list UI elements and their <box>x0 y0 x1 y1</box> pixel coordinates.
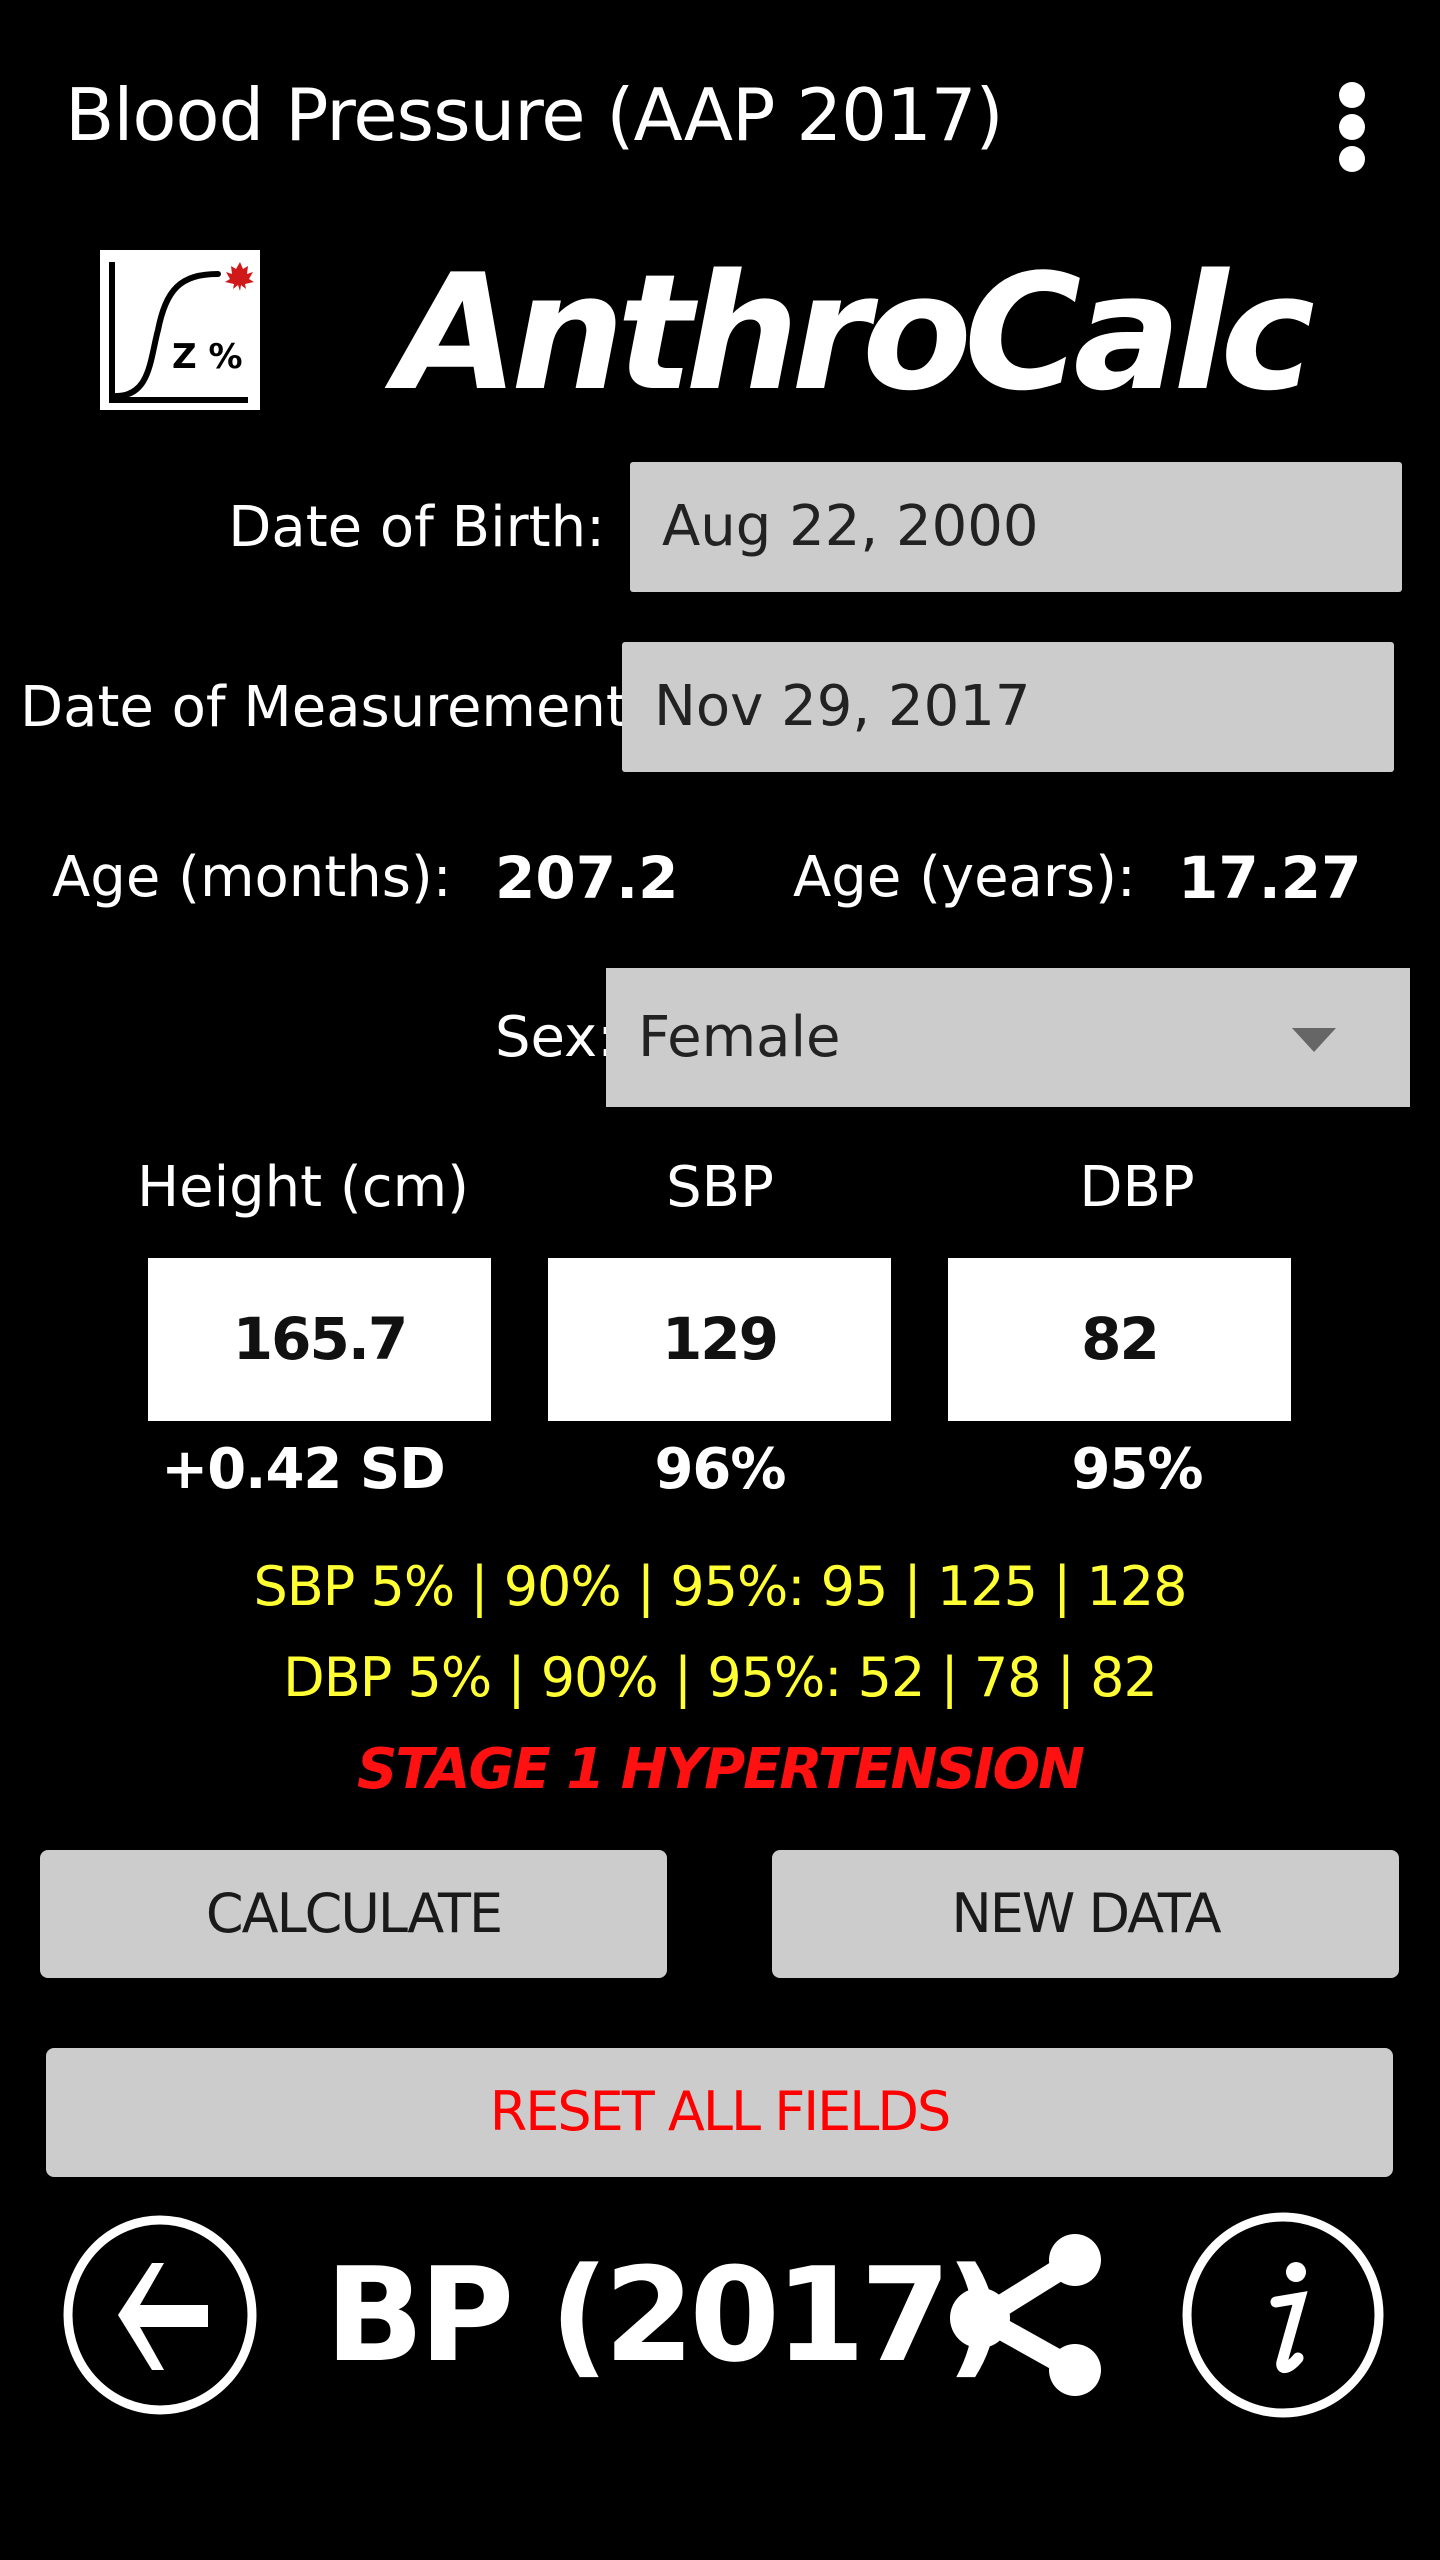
share-icon <box>950 2234 1101 2396</box>
back-arrow-icon <box>63 2215 257 2415</box>
age-years-label: Age (years): <box>793 845 1136 910</box>
height-input[interactable]: 165.7 <box>148 1258 491 1421</box>
dropdown-arrow-icon <box>1292 1028 1336 1052</box>
sbp-percentiles-line: SBP 5% | 90% | 95%: 95 | 125 | 128 <box>253 1555 1187 1618</box>
app-title: Blood Pressure (AAP 2017) <box>65 73 1004 157</box>
share-button[interactable] <box>940 2230 1120 2400</box>
brand-name: AnthroCalc <box>395 239 1315 426</box>
dbp-input[interactable]: 82 <box>948 1258 1291 1421</box>
bp-status: STAGE 1 HYPERTENSION <box>357 1737 1085 1802</box>
sex-select-value: Female <box>638 1005 841 1070</box>
app-logo: Z % <box>100 250 260 410</box>
height-sd-result: +0.42 SD <box>161 1437 445 1502</box>
dob-field[interactable]: Aug 22, 2000 <box>630 462 1402 592</box>
sbp-percentile-result: 96% <box>654 1437 786 1502</box>
dbp-header: DBP <box>1079 1155 1195 1220</box>
age-months-value: 207.2 <box>495 844 679 912</box>
overflow-menu-dot <box>1339 146 1365 172</box>
info-icon <box>1182 2212 1384 2418</box>
footer-title: BP (2017) <box>325 2239 1005 2391</box>
sbp-header: SBP <box>666 1155 774 1220</box>
dbp-percentile-result: 95% <box>1071 1437 1203 1502</box>
dbp-percentiles-line: DBP 5% | 90% | 95%: 52 | 78 | 82 <box>283 1646 1158 1709</box>
age-years-value: 17.27 <box>1178 844 1362 912</box>
dob-label: Date of Birth: <box>228 495 605 560</box>
sbp-input[interactable]: 129 <box>548 1258 891 1421</box>
height-header: Height (cm) <box>137 1155 469 1220</box>
reset-all-fields-button[interactable]: RESET ALL FIELDS <box>46 2048 1393 2177</box>
overflow-menu-icon <box>1339 82 1365 108</box>
age-months-label: Age (months): <box>52 845 452 910</box>
logo-text: Z % <box>172 337 243 377</box>
overflow-menu-button[interactable] <box>1322 78 1382 174</box>
calculate-button[interactable]: CALCULATE <box>40 1850 667 1978</box>
dom-label: Date of Measurement: <box>20 675 647 740</box>
sex-select[interactable]: Female <box>606 968 1410 1107</box>
back-button[interactable] <box>60 2215 260 2415</box>
dom-field[interactable]: Nov 29, 2017 <box>622 642 1394 772</box>
growth-curve-logo-icon: Z % <box>109 262 254 403</box>
info-button[interactable] <box>1178 2210 1388 2420</box>
sex-label: Sex: <box>495 1005 617 1070</box>
new-data-button[interactable]: NEW DATA <box>772 1850 1399 1978</box>
overflow-menu-dot <box>1339 114 1365 140</box>
